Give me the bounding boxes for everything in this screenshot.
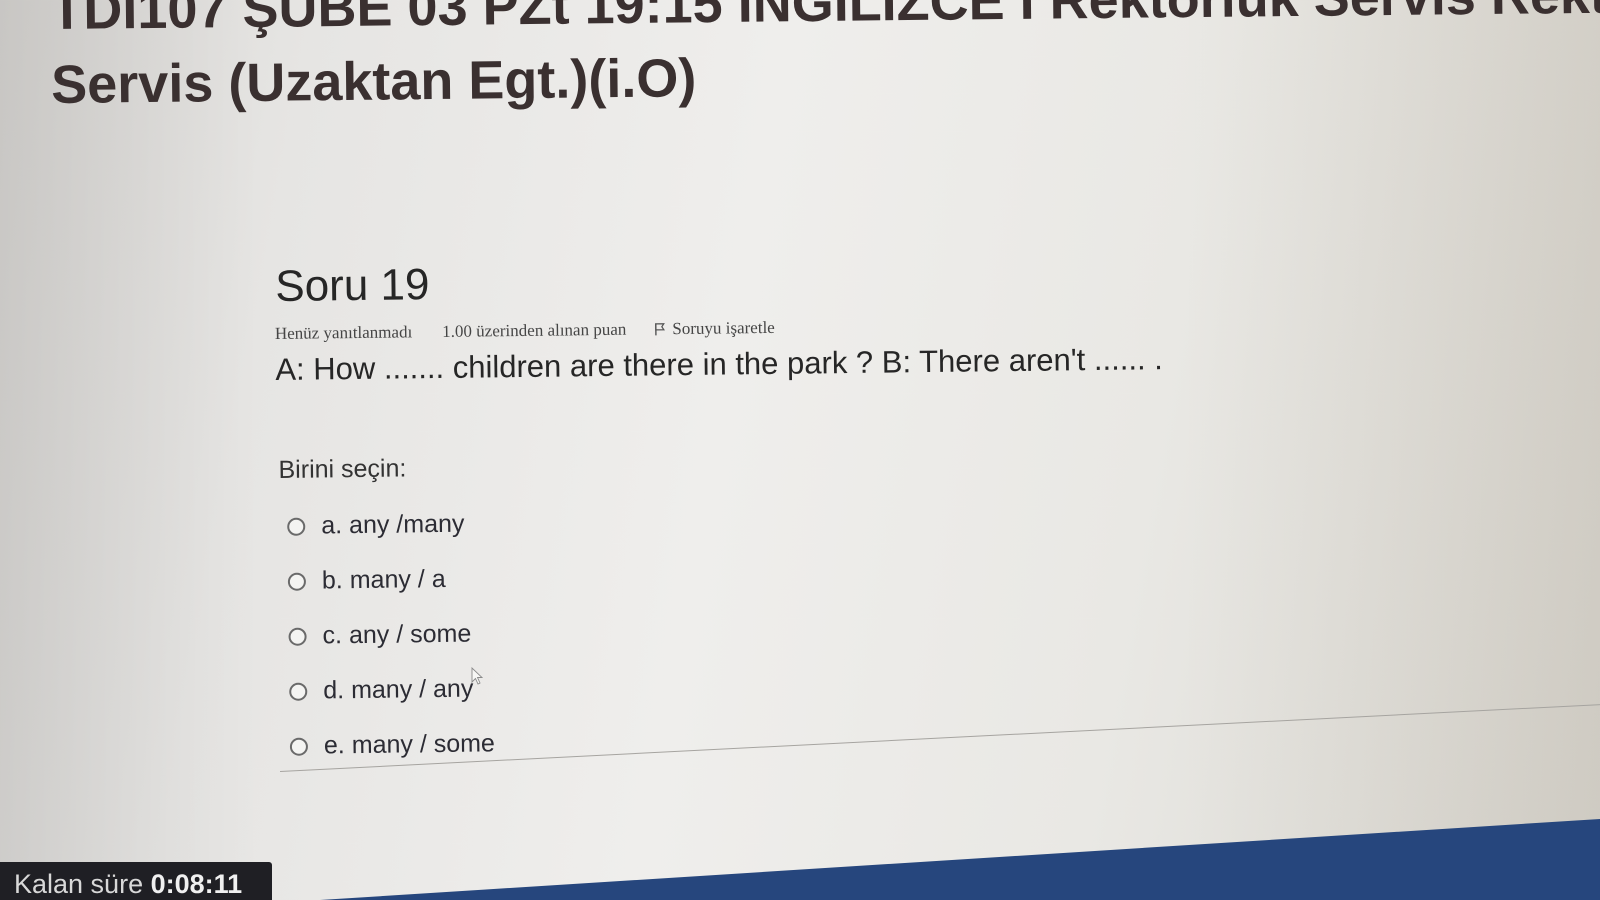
answer-letter: d. xyxy=(323,676,345,705)
remaining-time: Kalan süre 0:08:11 xyxy=(0,862,272,900)
answer-label[interactable]: many / any xyxy=(351,675,474,705)
answer-letter: e. xyxy=(323,731,345,760)
answer-label[interactable]: many / a xyxy=(350,565,446,595)
mouse-cursor-icon xyxy=(471,667,483,685)
answer-list: a. any /many b. many / a c. any / some d… xyxy=(287,487,1280,774)
radio-button[interactable] xyxy=(287,572,307,591)
answer-prompt: Birini seçin: xyxy=(278,454,407,484)
radio-button[interactable] xyxy=(287,517,306,536)
question-number: Soru 19 xyxy=(274,260,430,311)
answer-letter: c. xyxy=(322,621,343,650)
flag-question-label[interactable]: Soruyu işaretle xyxy=(672,318,775,339)
answer-letter: b. xyxy=(321,566,343,595)
answer-label[interactable]: any / some xyxy=(349,620,472,650)
remaining-time-value: 0:08:11 xyxy=(150,869,243,899)
remaining-time-label: Kalan süre xyxy=(14,869,144,899)
screen-glare-left xyxy=(0,0,260,900)
course-title: TDİ107 ŞUBE 03 PZt 19:15 İNGİLİZCE I Rek… xyxy=(50,0,1600,122)
question-text: A: How ....... children are there in the… xyxy=(275,341,1164,387)
radio-button[interactable] xyxy=(289,682,308,701)
question-block: Soru 19 Henüz yanıtlanmadı 1.00 üzerinde… xyxy=(274,250,1280,774)
answer-label[interactable]: any /many xyxy=(349,510,465,540)
flag-icon xyxy=(655,323,666,336)
answer-label[interactable]: many / some xyxy=(352,729,495,760)
flag-question-link[interactable]: Soruyu işaretle xyxy=(654,318,775,339)
radio-button[interactable] xyxy=(289,737,309,756)
radio-button[interactable] xyxy=(288,627,307,646)
question-info: Henüz yanıtlanmadı 1.00 üzerinden alınan… xyxy=(275,312,1275,344)
question-grade: 1.00 üzerinden alınan puan xyxy=(442,319,627,341)
question-state: Henüz yanıtlanmadı xyxy=(274,322,413,343)
course-title-line-2: Servis (Uzaktan Egt.)(i.O) xyxy=(50,48,697,115)
answer-letter: a. xyxy=(321,511,343,540)
